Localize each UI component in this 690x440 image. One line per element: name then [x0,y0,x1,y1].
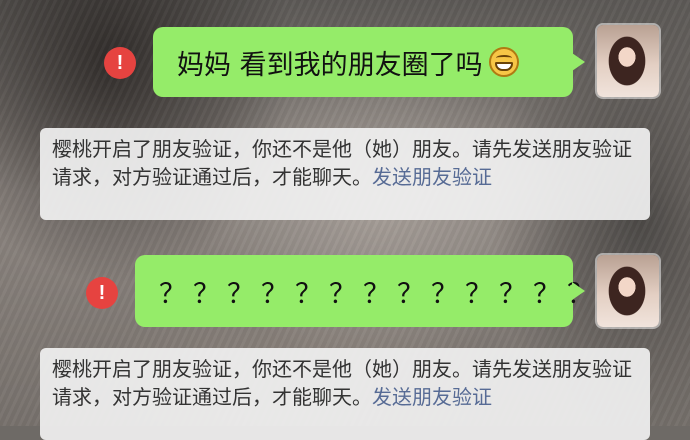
user-avatar[interactable] [597,25,659,97]
system-notice: 樱桃开启了朋友验证，你还不是他（她）朋友。请先发送朋友验证请求，对方验证通过后，… [40,348,650,440]
system-notice: 樱桃开启了朋友验证，你还不是他（她）朋友。请先发送朋友验证请求，对方验证通过后，… [40,128,650,220]
send-failed-icon[interactable]: ! [86,277,118,309]
message-text: 妈妈 看到我的朋友圈了吗 [177,49,483,81]
grinning-face-icon [488,47,519,77]
user-avatar[interactable] [597,255,659,327]
send-failed-icon[interactable]: ! [104,47,136,79]
notice-text: 樱桃开启了朋友验证，你还不是他（她）朋友。请先发送朋友验证请求，对方验证通过后，… [52,357,632,409]
outgoing-message-bubble[interactable]: ？？？？？？？？？？？？？ [135,255,594,327]
notice-text: 樱桃开启了朋友验证，你还不是他（她）朋友。请先发送朋友验证请求，对方验证通过后，… [52,137,632,189]
send-verification-link[interactable]: 发送朋友验证 [372,385,492,409]
outgoing-message-bubble[interactable]: 妈妈 看到我的朋友圈了吗 [153,27,585,97]
message-text: ？？？？？？？？？？？？？ [159,278,601,310]
send-verification-link[interactable]: 发送朋友验证 [372,165,492,189]
